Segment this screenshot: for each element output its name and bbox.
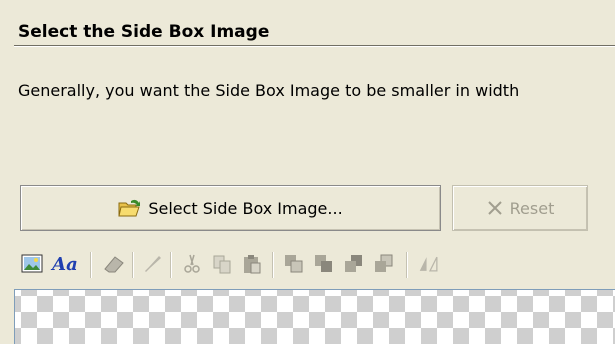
image-preview-canvas[interactable]: [14, 289, 615, 344]
close-icon: [486, 199, 504, 217]
toolbar-separator: [90, 252, 92, 278]
image-toolbar: Aa: [14, 246, 615, 284]
copy-icon[interactable]: [210, 252, 234, 276]
select-button-label: Select Side Box Image...: [148, 198, 343, 218]
brush-icon[interactable]: [140, 252, 164, 276]
toolbar-separator: [272, 252, 274, 278]
section-description: Generally, you want the Side Box Image t…: [18, 81, 520, 100]
eraser-icon[interactable]: [102, 252, 126, 276]
layer-forward-icon[interactable]: [312, 252, 336, 276]
font-icon[interactable]: Aa: [50, 252, 80, 276]
reset-button[interactable]: Reset: [452, 185, 588, 231]
flip-icon[interactable]: [418, 252, 442, 276]
image-icon[interactable]: [20, 252, 44, 276]
toolbar-separator: [132, 252, 134, 278]
layer-backward-icon[interactable]: [342, 252, 366, 276]
reset-button-label: Reset: [509, 198, 555, 218]
section-divider: [14, 45, 615, 47]
layer-back-icon[interactable]: [372, 252, 396, 276]
paste-icon[interactable]: [240, 252, 264, 276]
open-folder-icon: [118, 198, 142, 218]
cut-icon[interactable]: [180, 252, 204, 276]
layer-front-icon[interactable]: [282, 252, 306, 276]
toolbar-separator: [170, 252, 172, 278]
section-title: Select the Side Box Image: [18, 22, 270, 42]
select-side-box-image-button[interactable]: Select Side Box Image...: [20, 185, 441, 231]
toolbar-separator: [406, 252, 408, 278]
